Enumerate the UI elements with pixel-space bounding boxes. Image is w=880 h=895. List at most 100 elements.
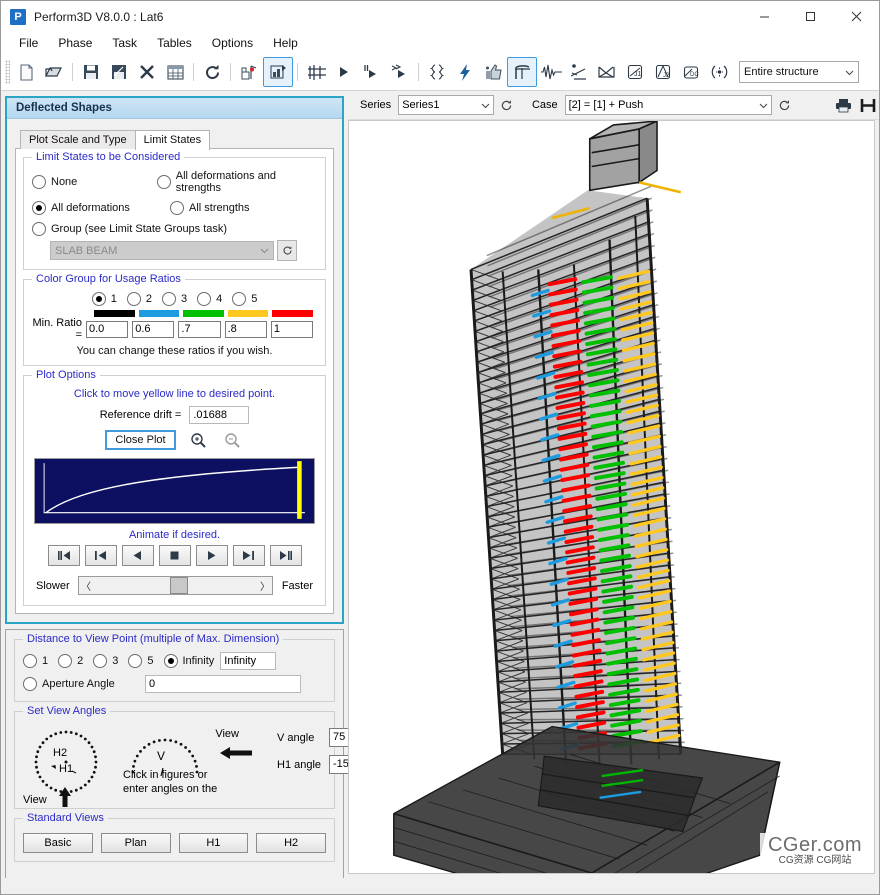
menu-item-help[interactable]: Help xyxy=(263,33,308,53)
toolbar-grip[interactable] xyxy=(5,60,10,84)
distance-value-input[interactable]: Infinity xyxy=(220,652,276,670)
radio-all-deformations[interactable]: All deformations xyxy=(32,201,160,215)
min-ratio-input-3[interactable]: .7 xyxy=(178,321,220,338)
model-viewport[interactable]: CGer.com CG资源 CG网站 xyxy=(348,120,875,874)
min-ratio-input-4[interactable]: .8 xyxy=(225,321,267,338)
print-button[interactable] xyxy=(832,96,854,115)
step-back-icon[interactable] xyxy=(85,545,117,566)
step-forward-icon[interactable] xyxy=(233,545,265,566)
stop-icon[interactable] xyxy=(159,545,191,566)
radio-distance-3[interactable]: 3 xyxy=(93,654,118,668)
case-refresh-button[interactable] xyxy=(775,96,794,115)
refresh-icon xyxy=(282,245,293,256)
maximize-icon[interactable] xyxy=(787,1,833,32)
pause-play-icon[interactable] xyxy=(358,58,386,86)
radio-aperture-angle[interactable]: Aperture Angle xyxy=(23,677,135,691)
zoom-out-icon[interactable] xyxy=(222,429,244,451)
delete-x-icon[interactable] xyxy=(133,58,161,86)
radio-dot-group xyxy=(32,222,46,236)
radio-label-distance-3: 3 xyxy=(112,655,118,667)
save-as-floppy-icon[interactable] xyxy=(105,58,133,86)
save-view-button[interactable] xyxy=(857,96,879,115)
series-combo[interactable]: Series1 xyxy=(398,95,494,115)
open-folder-icon[interactable] xyxy=(40,58,68,86)
time-history-icon[interactable] xyxy=(537,58,565,86)
radio-label-color-group-5: 5 xyxy=(251,293,257,305)
menu-item-tables[interactable]: Tables xyxy=(147,33,202,53)
energy-balance-icon[interactable] xyxy=(593,58,621,86)
new-document-icon[interactable] xyxy=(12,58,40,86)
skip-to-start-icon[interactable] xyxy=(48,545,80,566)
play-icon[interactable] xyxy=(196,545,228,566)
limit-state-group-combo-row: SLAB BEAM xyxy=(50,240,317,261)
min-ratio-input-2[interactable]: 0.6 xyxy=(132,321,174,338)
standard-view-plan-button[interactable]: Plan xyxy=(101,833,171,853)
bar-chart-run-icon[interactable] xyxy=(263,57,293,87)
fast-forward-icon[interactable] xyxy=(386,58,414,86)
radio-color-group-2[interactable]: 2 xyxy=(127,292,152,306)
slider-right-arrow-icon[interactable]: 〉 xyxy=(258,578,272,593)
radio-distance-1[interactable]: 1 xyxy=(23,654,48,668)
dynamic-dot-icon[interactable] xyxy=(705,58,733,86)
radio-dot-all-deformations-and-strengths xyxy=(157,175,171,189)
refresh-circle-icon[interactable] xyxy=(198,58,226,86)
radio-all-deformations-and-strengths[interactable]: All deformations and strengths xyxy=(157,170,307,194)
model-frame-icon[interactable] xyxy=(235,58,263,86)
pushover-plot[interactable] xyxy=(34,458,315,524)
min-ratio-input-5[interactable]: 1 xyxy=(271,321,313,338)
slider-left-arrow-icon[interactable]: 〈 xyxy=(79,578,93,593)
h-angle-dial[interactable]: H2 H1 View xyxy=(23,724,109,804)
braces-icon[interactable] xyxy=(423,58,451,86)
case-combo[interactable]: [2] = [1] + Push xyxy=(565,95,773,115)
radio-dot-color-group-4 xyxy=(197,292,211,306)
radio-distance-infinity[interactable]: Infinity xyxy=(164,654,215,668)
radio-all-strengths[interactable]: All strengths xyxy=(170,201,250,215)
close-plot-button[interactable]: Close Plot xyxy=(105,430,175,450)
frame-nodes-icon[interactable] xyxy=(302,58,330,86)
radio-color-group-3[interactable]: 3 xyxy=(162,292,187,306)
tab-plot-scale-and-type[interactable]: Plot Scale and Type xyxy=(20,130,136,149)
moment-diagram-icon[interactable] xyxy=(565,58,593,86)
series-refresh-button[interactable] xyxy=(497,96,516,115)
radio-distance-2[interactable]: 2 xyxy=(58,654,83,668)
tab-limit-states[interactable]: Limit States xyxy=(135,130,210,150)
reference-drift-input[interactable]: .01688 xyxy=(189,406,249,424)
close-icon[interactable] xyxy=(833,1,879,32)
radio-color-group-4[interactable]: 4 xyxy=(197,292,222,306)
radio-color-group-5[interactable]: 5 xyxy=(232,292,257,306)
radio-none[interactable]: None xyxy=(32,175,147,189)
standard-view-h2-button[interactable]: H2 xyxy=(256,833,326,853)
right-panel: Series Series1 Case [2] = [1] + Push xyxy=(348,91,879,878)
limit-state-group-combo[interactable]: SLAB BEAM xyxy=(50,241,274,260)
speed-slider[interactable]: 〈 〉 xyxy=(78,576,273,595)
minimize-icon[interactable] xyxy=(741,1,787,32)
deflected-shape-icon[interactable] xyxy=(507,57,537,87)
radio-distance-5[interactable]: 5 xyxy=(128,654,153,668)
window-controls xyxy=(741,1,879,32)
scope-combo[interactable]: Entire structure xyxy=(739,61,859,83)
play-pause-icon[interactable] xyxy=(270,545,302,566)
radio-color-group-1[interactable]: 1 xyxy=(92,292,117,306)
play-reverse-icon[interactable] xyxy=(122,545,154,566)
hysteresis-loop-icon[interactable]: J1 xyxy=(621,58,649,86)
play-icon[interactable] xyxy=(330,58,358,86)
aperture-angle-input[interactable]: 0 xyxy=(145,675,301,693)
thumbs-up-icon[interactable] xyxy=(479,58,507,86)
table-grid-icon[interactable] xyxy=(161,58,189,86)
radio-group[interactable]: Group (see Limit State Groups task) xyxy=(32,222,227,236)
menu-item-task[interactable]: Task xyxy=(102,33,147,53)
lightning-icon[interactable] xyxy=(451,58,479,86)
save-floppy-icon[interactable] xyxy=(77,58,105,86)
dc-ratio-icon[interactable]: DC xyxy=(677,58,705,86)
limit-state-group-refresh-button[interactable] xyxy=(277,240,297,261)
min-ratio-input-1[interactable]: 0.0 xyxy=(86,321,128,338)
slider-thumb[interactable] xyxy=(170,577,188,594)
menu-item-phase[interactable]: Phase xyxy=(48,33,102,53)
standard-view-h1-button[interactable]: H1 xyxy=(179,833,249,853)
standard-view-basic-button[interactable]: Basic xyxy=(23,833,93,853)
menu-item-file[interactable]: File xyxy=(9,33,48,53)
ratio-hint: You can change these ratios if you wish. xyxy=(32,345,317,357)
menu-item-options[interactable]: Options xyxy=(202,33,263,53)
pushover-curve-icon[interactable]: J2 xyxy=(649,58,677,86)
zoom-in-icon[interactable] xyxy=(188,429,210,451)
